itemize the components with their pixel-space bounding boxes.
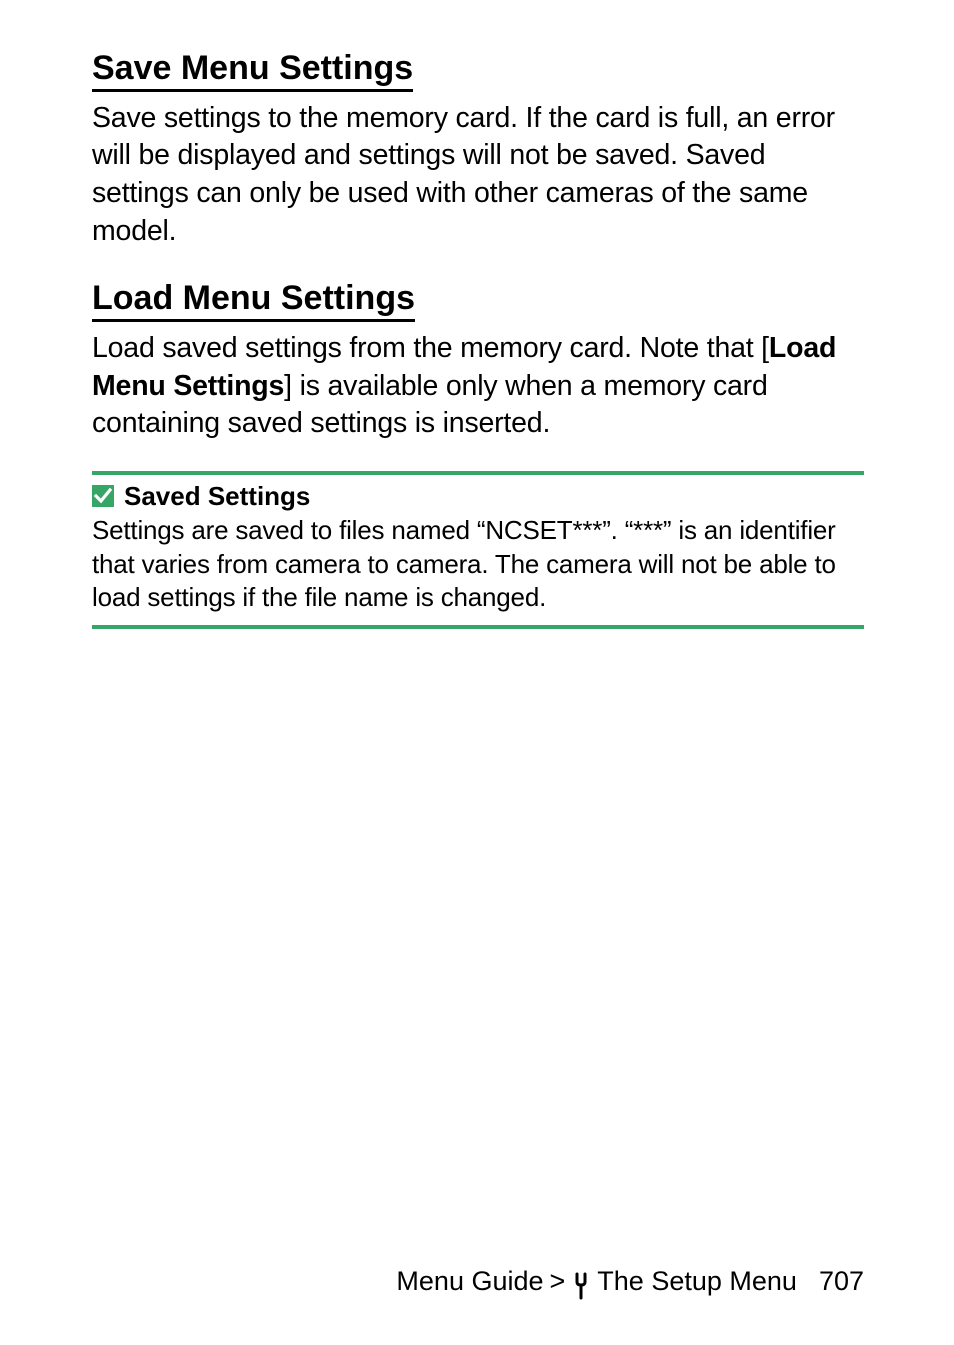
page: Save Menu Settings Save settings to the … [0,0,954,1345]
load-body-pre: Load saved settings from the memory card… [92,332,769,364]
note-box: Saved Settings Settings are saved to fil… [92,471,864,629]
heading-load-menu-settings: Load Menu Settings [92,278,415,322]
footer: Menu Guide > The Setup Menu 707 [92,1266,864,1297]
note-header: Saved Settings [92,481,864,512]
body-save-menu-settings: Save settings to the memory card. If the… [92,100,864,250]
body-load-menu-settings: Load saved settings from the memory card… [92,330,864,443]
wrench-icon [571,1272,591,1300]
breadcrumb-right: The Setup Menu [597,1266,797,1297]
note-title: Saved Settings [124,481,310,512]
page-number: 707 [819,1266,864,1297]
breadcrumb-left: Menu Guide [396,1266,543,1297]
heading-save-menu-settings: Save Menu Settings [92,48,413,92]
check-icon [92,485,114,507]
breadcrumb: Menu Guide > The Setup Menu [396,1266,797,1297]
breadcrumb-separator: > [550,1266,566,1297]
note-body: Settings are saved to files named “NCSET… [92,514,864,615]
